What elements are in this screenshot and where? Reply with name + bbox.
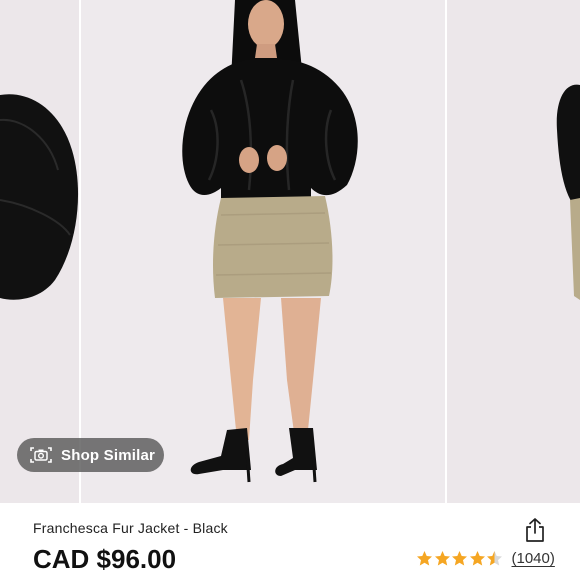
previous-image[interactable]	[0, 0, 79, 503]
star-full-icon	[469, 550, 486, 567]
star-half-icon	[486, 550, 503, 567]
star-full-icon	[416, 550, 433, 567]
share-icon	[526, 518, 544, 542]
product-rating[interactable]: (1040)	[416, 550, 555, 567]
share-button[interactable]	[524, 517, 546, 543]
product-image-gallery[interactable]: Shop Similar	[0, 0, 580, 503]
shop-similar-button[interactable]: Shop Similar	[17, 438, 164, 472]
star-full-icon	[451, 550, 468, 567]
camera-scan-icon	[30, 446, 52, 464]
next-image[interactable]	[447, 0, 580, 503]
product-info: Franchesca Fur Jacket - Black CAD $96.00…	[0, 503, 580, 580]
star-full-icon	[434, 550, 451, 567]
review-count-link[interactable]: (1040)	[512, 550, 555, 567]
product-price: CAD $96.00	[33, 544, 177, 574]
main-product-image[interactable]	[81, 0, 445, 503]
shop-similar-label: Shop Similar	[61, 446, 156, 464]
product-title: Franchesca Fur Jacket - Black	[33, 520, 228, 536]
rating-stars	[416, 550, 504, 567]
